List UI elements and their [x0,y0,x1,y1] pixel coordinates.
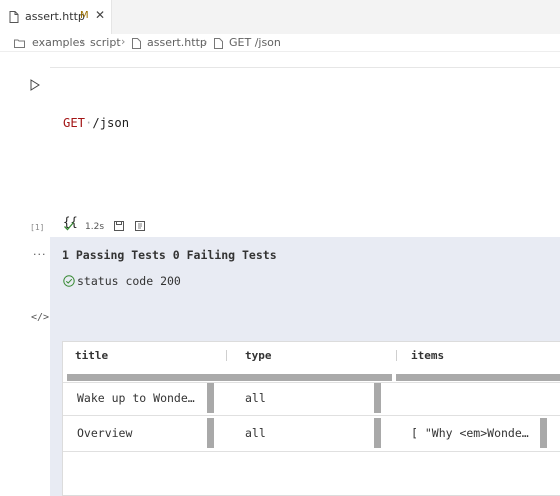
table-cell: all [245,426,266,440]
breadcrumb-item-request[interactable]: GET /json [229,36,281,49]
execution-duration: 1.2s [85,222,105,232]
row-divider [63,382,560,383]
pass-icon [63,275,75,287]
cell-handle[interactable] [207,418,214,448]
header-scrollbar[interactable] [396,374,560,381]
close-icon[interactable]: ✕ [95,8,105,22]
breadcrumb-item-examples[interactable]: examples [32,36,85,49]
column-header-type[interactable]: type [245,349,272,362]
table-cell: [ "Why <em>Wonde… [411,426,529,440]
cell-handle[interactable] [374,418,381,448]
header-scrollbar[interactable] [67,374,392,381]
breadcrumb-separator: › [80,35,85,48]
cell-handle[interactable] [540,418,547,448]
table-cell: Wake up to Wonde… [77,391,195,405]
breadcrumb: examples › script › assert.http › GET /j… [0,34,560,52]
file-icon [9,11,19,23]
breadcrumb-item-assert-http[interactable]: assert.http [147,36,207,49]
table-cell: Overview [77,426,133,440]
row-divider [63,415,560,416]
column-resizer[interactable] [226,350,227,361]
test-result-item: status code 200 [63,274,181,288]
breadcrumb-separator: › [121,35,126,48]
data-grid: title type items Wake up to Wonde… all O… [62,341,560,496]
file-icon [132,38,141,49]
tab-bar: assert.http M ✕ [0,0,560,34]
check-icon [64,222,74,231]
test-name: status code 200 [77,274,181,288]
tab-label: assert.http [25,10,85,23]
code-icon[interactable]: </> [31,312,49,323]
copy-icon[interactable] [135,221,145,231]
test-summary: 1 Passing Tests 0 Failing Tests [62,248,277,262]
cell-handle[interactable] [374,383,381,413]
column-header-title[interactable]: title [75,349,108,362]
execution-count: [1] [30,223,45,232]
save-icon[interactable] [114,221,124,231]
file-icon [214,38,223,49]
cell-handle[interactable] [207,383,214,413]
run-icon[interactable] [29,79,41,91]
more-icon[interactable]: ··· [33,248,47,261]
column-header-items[interactable]: items [411,349,444,362]
column-resizer[interactable] [396,350,397,361]
folder-icon [14,39,25,48]
row-divider [63,451,560,452]
modified-indicator: M [80,10,89,21]
breadcrumb-item-script[interactable]: script [90,36,121,49]
breadcrumb-separator: › [203,35,208,48]
tab-assert-http[interactable]: assert.http M ✕ [0,0,112,34]
cell-border [50,67,560,68]
table-cell: all [245,391,266,405]
